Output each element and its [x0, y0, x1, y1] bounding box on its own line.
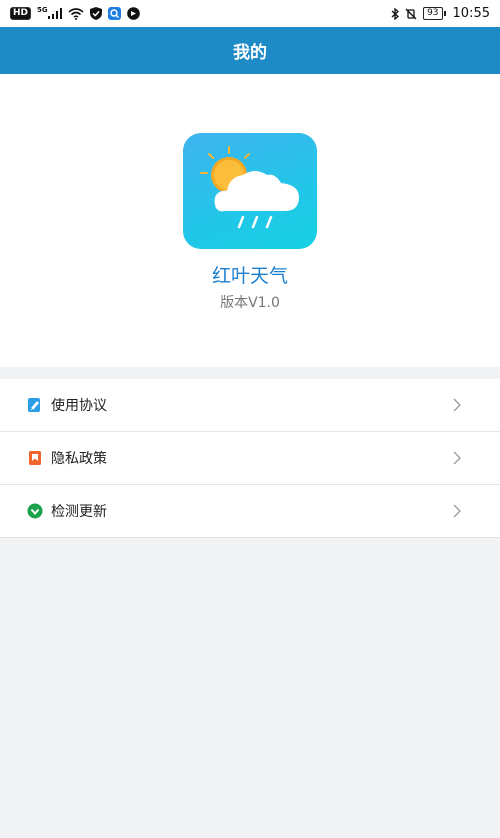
chevron-right-icon — [452, 397, 462, 412]
clock: 10:55 — [452, 6, 490, 21]
menu-item-privacy-policy[interactable]: 隐私政策 — [0, 432, 500, 485]
settings-menu: 使用协议 隐私政策 检测更新 — [0, 379, 500, 538]
chevron-right-icon — [452, 503, 462, 518]
menu-item-user-agreement[interactable]: 使用协议 — [0, 379, 500, 432]
weather-logo-icon — [200, 146, 299, 229]
bluetooth-icon — [391, 7, 400, 20]
check-circle-icon — [27, 503, 43, 519]
network-type-label: 5G — [37, 5, 48, 14]
app-name: 红叶天气 — [211, 265, 288, 287]
search-app-icon — [107, 7, 121, 20]
hd-badge: HD — [10, 7, 32, 20]
menu-item-check-update[interactable]: 检测更新 — [0, 485, 500, 538]
battery-indicator: 93 — [423, 7, 447, 20]
shield-check-icon — [89, 7, 102, 20]
wifi-icon — [68, 7, 84, 20]
app-info-section: 红叶天气 版本V1.0 — [0, 74, 500, 367]
bookmark-icon — [27, 450, 43, 466]
vibrate-off-icon — [405, 8, 417, 20]
menu-item-label: 检测更新 — [51, 504, 107, 520]
app-notification-icon — [126, 7, 140, 20]
app-logo — [183, 133, 317, 249]
app-version: 版本V1.0 — [220, 295, 280, 311]
menu-item-label: 使用协议 — [51, 398, 107, 414]
menu-item-label: 隐私政策 — [51, 451, 107, 467]
document-edit-icon — [27, 397, 43, 413]
page-title: 我的 — [233, 43, 267, 63]
status-bar: HD 5G 93 10:55 — [0, 0, 500, 27]
chevron-right-icon — [452, 450, 462, 465]
cellular-signal-icon: 5G — [37, 5, 62, 19]
title-bar: 我的 — [0, 27, 500, 74]
